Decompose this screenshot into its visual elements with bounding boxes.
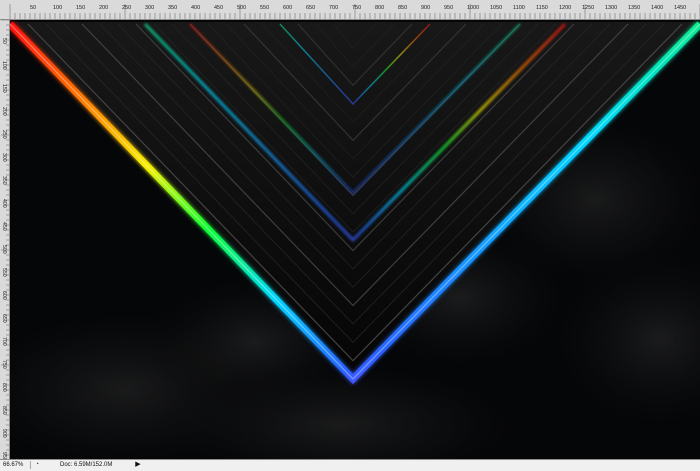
top-ruler-label: 700 (329, 5, 338, 11)
left-ruler-label: 500 (1, 245, 7, 254)
status-bar: 66.67% ◔ Doc: 6.59M/152.0M ▶ (0, 459, 700, 471)
top-ruler[interactable]: 50 100 150 200 250 300 350 400 450 500 550 600 650 70… (0, 0, 700, 20)
left-ruler-label: 50 (1, 38, 7, 44)
top-ruler-label: 500 (237, 5, 246, 11)
top-ruler-label: 650 (306, 5, 315, 11)
top-ruler-label: 400 (191, 5, 200, 11)
top-ruler-label: 1300 (605, 5, 617, 11)
top-ruler-label: 1350 (628, 5, 640, 11)
status-divider (30, 461, 31, 469)
top-ruler-label: 1100 (513, 5, 525, 11)
left-ruler-label: 750 (1, 360, 7, 369)
left-ruler-svg: 50 100 150 200 250 300 350 400 450 500 550 600 650 70… (1, 20, 9, 459)
left-ruler-label: 200 (1, 107, 7, 116)
left-ruler-label: 600 (1, 291, 7, 300)
left-ruler-label: 800 (1, 383, 7, 392)
left-ruler-label: 100 (1, 61, 7, 70)
left-ruler-label: 550 (1, 268, 7, 277)
document-status-icon[interactable]: ◔ (33, 461, 41, 469)
canvas-artwork-svg (10, 20, 700, 459)
top-ruler-labels: 50 100 150 200 250 300 350 400 450 500 550 600 650 70… (30, 5, 686, 11)
left-ruler-label: 250 (1, 130, 7, 139)
top-ruler-label: 1000 (467, 5, 479, 11)
top-ruler-label: 900 (421, 5, 430, 11)
top-ruler-label: 1450 (674, 5, 686, 11)
left-ruler-label: 400 (1, 199, 7, 208)
document-size-info[interactable]: Doc: 6.59M/152.0M (60, 461, 130, 470)
left-ruler-label: 300 (1, 153, 7, 162)
left-ruler-labels: 50 100 150 200 250 300 350 400 450 500 550 600 650 70… (1, 38, 7, 459)
left-ruler-label: 900 (1, 429, 7, 438)
top-ruler-label: 800 (375, 5, 384, 11)
left-ruler-label: 650 (1, 314, 7, 323)
top-ruler-label: 100 (53, 5, 62, 11)
top-ruler-label: 600 (283, 5, 292, 11)
top-ruler-label: 350 (168, 5, 177, 11)
top-ruler-label: 1050 (490, 5, 502, 11)
left-ruler-label: 950 (1, 452, 7, 459)
top-ruler-label: 1400 (651, 5, 663, 11)
zoom-level[interactable]: 66.67% (3, 461, 28, 470)
top-ruler-label: 450 (214, 5, 223, 11)
photoshop-document-window: 50 100 150 200 250 300 350 400 450 500 550 600 650 70… (0, 0, 700, 471)
top-ruler-label: 50 (30, 5, 36, 11)
left-ruler-label: 450 (1, 222, 7, 231)
top-ruler-label: 150 (76, 5, 85, 11)
triangle-right-icon[interactable]: ▶ (134, 461, 142, 469)
left-ruler-label: 150 (1, 84, 7, 93)
top-ruler-label: 200 (99, 5, 108, 11)
top-ruler-label: 750 (352, 5, 361, 11)
top-ruler-label: 1150 (536, 5, 548, 11)
left-ruler[interactable]: 50 100 150 200 250 300 350 400 450 500 550 600 650 70… (0, 20, 10, 459)
document-canvas[interactable] (10, 20, 700, 459)
top-ruler-label: 250 (122, 5, 131, 11)
left-ruler-label: 350 (1, 176, 7, 185)
left-ruler-label: 700 (1, 337, 7, 346)
left-ruler-label: 850 (1, 406, 7, 415)
top-ruler-svg: 50 100 150 200 250 300 350 400 450 500 550 600 650 70… (9, 4, 700, 19)
top-ruler-label: 1200 (559, 5, 571, 11)
top-ruler-label: 1250 (582, 5, 594, 11)
top-ruler-label: 550 (260, 5, 269, 11)
top-ruler-label: 300 (145, 5, 154, 11)
top-ruler-label: 850 (398, 5, 407, 11)
top-ruler-label: 950 (444, 5, 453, 11)
